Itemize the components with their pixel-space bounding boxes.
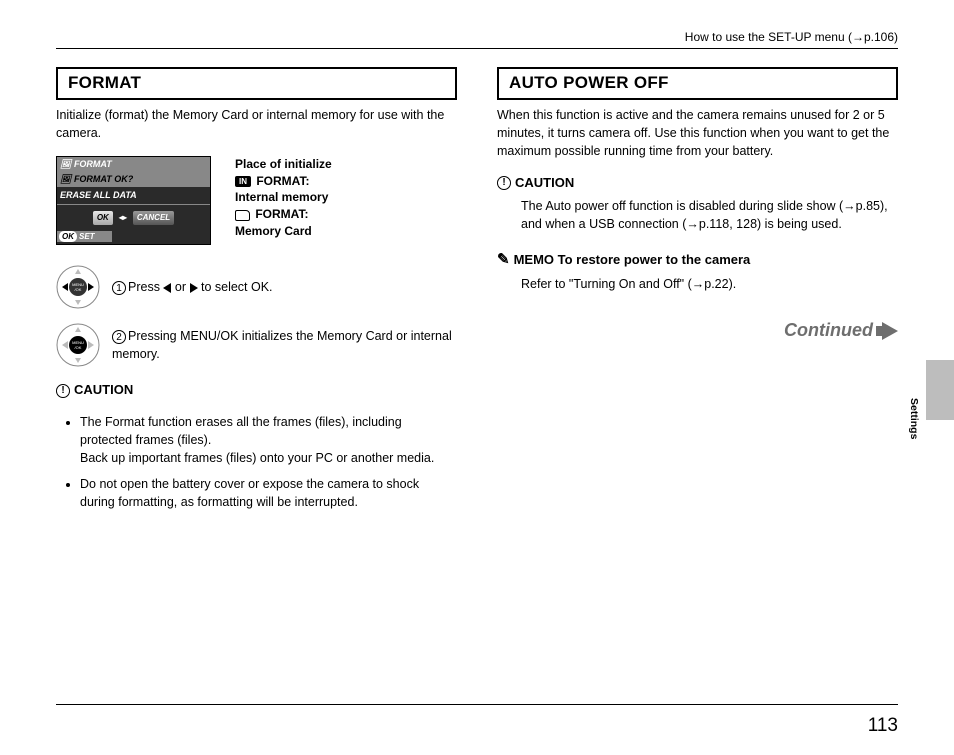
lcd-erase-text: ERASE ALL DATA — [57, 187, 210, 205]
left-column: FORMAT Initialize (format) the Memory Ca… — [56, 67, 457, 524]
step2-body: Pressing MENU/OK initializes the Memory … — [112, 329, 452, 361]
format-intro: Initialize (format) the Memory Card or i… — [56, 106, 457, 142]
continued-indicator: Continued — [497, 317, 898, 343]
continued-text: Continued — [784, 320, 873, 340]
caution-label-right: CAUTION — [515, 174, 574, 193]
page-number: 113 — [868, 715, 898, 737]
lcd-ok-button: OK — [93, 211, 113, 225]
caution-bullet-2: Do not open the battery cover or expose … — [80, 475, 457, 511]
memo-label: MEMO To restore power to the camera — [514, 251, 751, 270]
memory-card-label: Memory Card — [235, 223, 332, 240]
side-section-label: Settings — [908, 398, 920, 439]
footer-rule — [56, 704, 898, 705]
svg-text:/OK: /OK — [75, 287, 82, 292]
place-of-initialize: Place of initialize — [235, 156, 332, 173]
memo-icon: ✎ — [497, 249, 510, 271]
auto-power-off-title: AUTO POWER OFF — [509, 73, 669, 92]
memory-card-icon — [235, 210, 250, 221]
lcd-dialog: 🖼 FORMAT 🖼 FORMAT OK? ERASE ALL DATA OK … — [56, 156, 211, 245]
step1-b: or — [171, 280, 189, 294]
lcd-side-legend: Place of initialize IN FORMAT: Internal … — [235, 156, 332, 240]
lcd-cancel-button: CANCEL — [133, 211, 174, 225]
lcd-question-text: FORMAT OK? — [74, 174, 133, 184]
internal-memory-icon: IN — [235, 176, 251, 187]
auto-power-off-intro: When this function is active and the cam… — [497, 106, 898, 160]
caution-icon-right: ! — [497, 176, 511, 190]
step-2-text: 2Pressing MENU/OK initializes the Memory… — [112, 327, 457, 363]
caution-heading-left: ! CAUTION — [56, 381, 457, 400]
lcd-title-text: FORMAT — [74, 159, 112, 169]
svg-text:/OK: /OK — [75, 345, 82, 350]
caution-label-left: CAUTION — [74, 381, 133, 400]
continued-arrow-icon — [882, 322, 898, 340]
format-title-box: FORMAT — [56, 67, 457, 100]
internal-memory-label: Internal memory — [235, 189, 332, 206]
caution-bullet-1: The Format function erases all the frame… — [80, 413, 457, 467]
auto-power-off-title-box: AUTO POWER OFF — [497, 67, 898, 100]
memo-body: Refer to "Turning On and Off" (→p.22). — [497, 275, 898, 293]
step-1-number-icon: 1 — [112, 281, 126, 295]
caution-heading-right: ! CAUTION — [497, 174, 898, 193]
card-format-label: FORMAT: — [255, 207, 308, 221]
right-arrow-icon — [190, 283, 198, 293]
step1-a: Press — [128, 280, 163, 294]
in-format-label: FORMAT: — [256, 174, 309, 188]
caution-body-right: The Auto power off function is disabled … — [497, 197, 898, 233]
lcd-arrows-icon: ◂▸ — [119, 212, 127, 224]
header-reference: How to use the SET-UP menu (→p.106) — [56, 30, 898, 49]
caution-icon: ! — [56, 384, 70, 398]
side-tab — [926, 360, 954, 420]
memo-heading: ✎ MEMO To restore power to the camera — [497, 249, 898, 271]
lcd-set-text: SET — [79, 232, 95, 241]
step-2-number-icon: 2 — [112, 330, 126, 344]
step-1-text: 1Press or to select OK. — [112, 278, 273, 296]
dpad-icon: MENU /OK — [56, 265, 100, 309]
format-title: FORMAT — [68, 73, 141, 92]
step1-c: to select OK. — [198, 280, 273, 294]
dpad-icon-ok: MENU /OK — [56, 323, 100, 367]
right-column: AUTO POWER OFF When this function is act… — [497, 67, 898, 524]
